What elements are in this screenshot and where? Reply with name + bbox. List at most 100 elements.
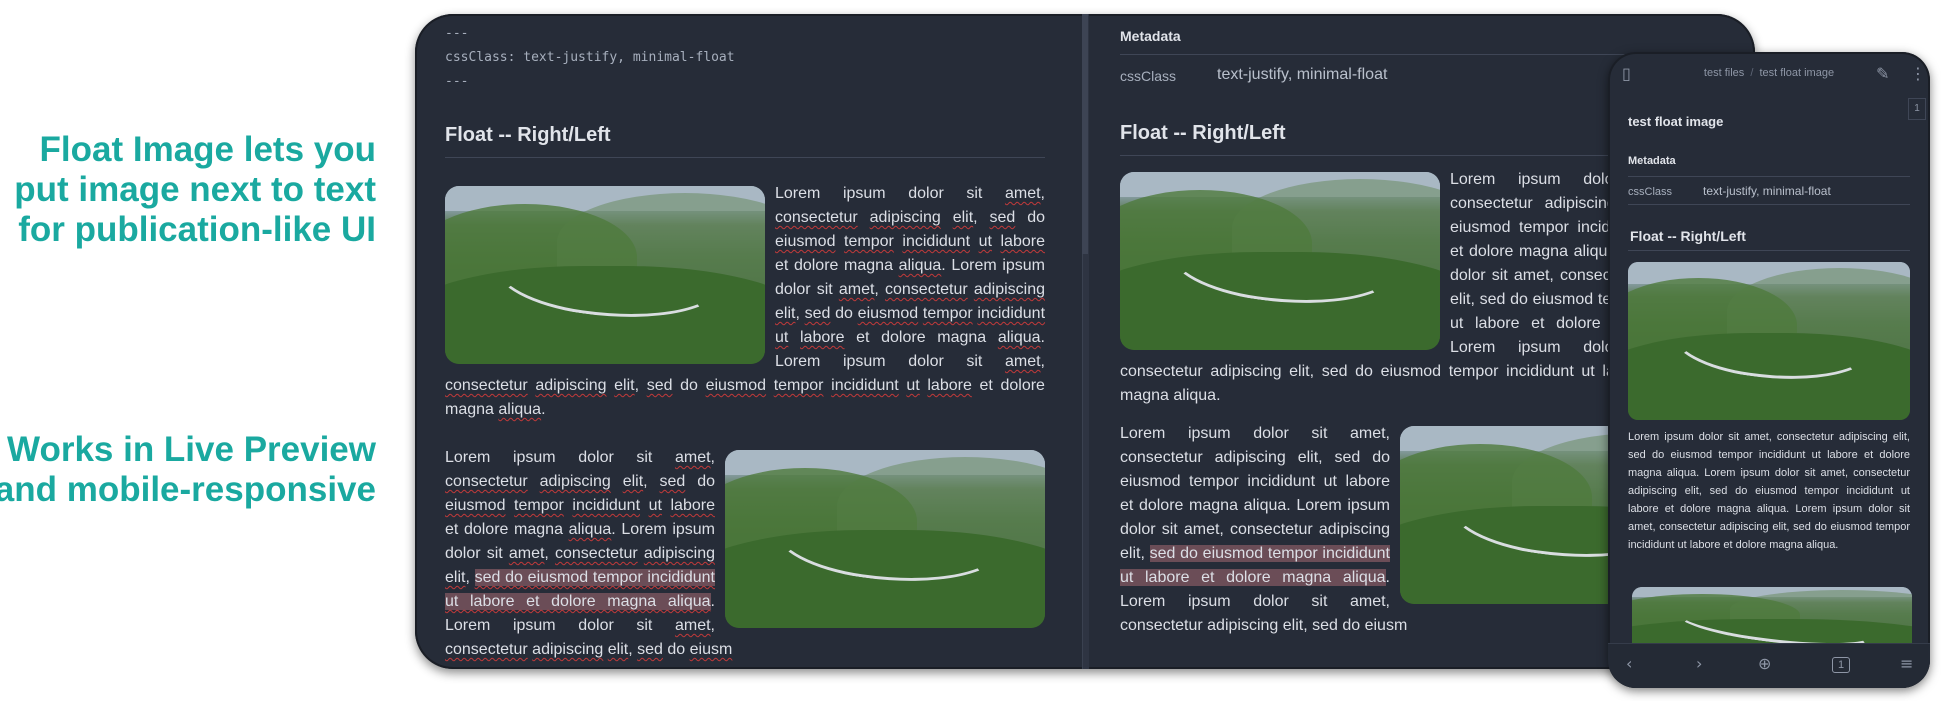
paragraph-text: do bbox=[662, 641, 690, 658]
paragraph-text bbox=[766, 377, 774, 394]
frontmatter-delimiter[interactable]: --- bbox=[445, 26, 468, 41]
paragraph-text: , bbox=[710, 617, 715, 634]
float-image[interactable] bbox=[1628, 262, 1910, 420]
paragraph-text: adipiscing bbox=[535, 377, 607, 394]
frontmatter-delimiter[interactable]: --- bbox=[445, 74, 468, 89]
paragraph-text: tempor bbox=[922, 305, 973, 322]
paragraph-text: elit bbox=[952, 209, 974, 226]
phone-device: ▯ test files / test float image ✎ ⋮ 1 te… bbox=[1608, 52, 1930, 688]
metadata-value[interactable]: text-justify, minimal-float bbox=[1703, 184, 1831, 198]
paragraph-text: aliqua bbox=[568, 521, 612, 538]
paragraph-text: consectetur bbox=[775, 209, 858, 226]
paragraph-text: tempor bbox=[514, 497, 564, 514]
metadata-key: cssClass bbox=[1120, 68, 1177, 84]
paragraph-text: eiusmod bbox=[857, 305, 919, 322]
paragraph-text bbox=[824, 377, 832, 394]
more-vertical-icon[interactable]: ⋮ bbox=[1910, 64, 1926, 84]
tabs-icon[interactable]: 1 bbox=[1832, 657, 1850, 673]
paragraph-text: adipiscing bbox=[532, 641, 604, 658]
paragraph-text: ut bbox=[775, 329, 789, 346]
paragraph-text: eiusmod bbox=[705, 377, 767, 394]
paragraph-text: , bbox=[973, 209, 990, 226]
paragraph-text: Lorem ipsum dolor sit amet, consectetur … bbox=[1120, 425, 1390, 562]
paragraph-text: labore bbox=[670, 497, 715, 514]
paragraph-text: amet bbox=[674, 449, 711, 466]
plus-circle-icon[interactable]: ⊕ bbox=[1758, 654, 1771, 674]
promo-caption-float: Float Image lets you put image next to t… bbox=[14, 130, 376, 250]
editor-scrollbar[interactable] bbox=[1082, 14, 1088, 254]
paragraph-text: consectetur bbox=[555, 545, 638, 562]
editor-pane[interactable]: --- cssClass: text-justify, minimal-floa… bbox=[415, 14, 1080, 669]
paragraph-text: , bbox=[874, 281, 885, 298]
paragraph-text: sed do eiusmod tempor incididunt ut labo… bbox=[1120, 545, 1390, 586]
paragraph-text: elit bbox=[445, 569, 466, 586]
paragraph-text: amet bbox=[1004, 353, 1041, 370]
paragraph-text: sed bbox=[637, 641, 663, 658]
paragraph-text bbox=[858, 209, 870, 226]
paragraph-text: adipiscing bbox=[643, 545, 716, 562]
paragraph-text: adipiscing bbox=[869, 209, 941, 226]
promo-caption-line: put image next to text bbox=[14, 170, 376, 209]
promo-caption-live-preview: Works in Live Preview and mobile-respons… bbox=[0, 430, 376, 510]
breadcrumb-file[interactable]: test float image bbox=[1759, 67, 1834, 79]
phone-toolbar: ‹ › ⊕ 1 ≡ bbox=[1608, 643, 1930, 688]
paragraph-text: . bbox=[541, 401, 546, 418]
tablet-device: --- cssClass: text-justify, minimal-floa… bbox=[415, 14, 1755, 669]
editor-paragraph-2[interactable]: Lorem ipsum dolor sit amet, consectetur … bbox=[445, 446, 1045, 669]
paragraph-text: tempor bbox=[773, 377, 824, 394]
paragraph-text: , bbox=[465, 569, 475, 586]
paragraph-text bbox=[640, 497, 649, 514]
paragraph-text: Lorem ipsum dolor sit bbox=[775, 185, 1005, 202]
metadata-value[interactable]: text-justify, minimal-float bbox=[1217, 66, 1387, 84]
editor-paragraph-1[interactable]: Lorem ipsum dolor sit amet, consectetur … bbox=[445, 182, 1045, 422]
paragraph-text bbox=[835, 233, 844, 250]
paragraph-text bbox=[611, 473, 623, 490]
metadata-title: Metadata bbox=[1628, 155, 1676, 167]
menu-icon[interactable]: ≡ bbox=[1900, 654, 1913, 674]
breadcrumb-folder[interactable]: test files bbox=[1704, 67, 1744, 79]
paragraph-text: ut bbox=[648, 497, 662, 514]
paragraph-text: amet bbox=[838, 281, 875, 298]
paragraph-text: consectetur bbox=[445, 473, 528, 490]
paragraph-text: et dolore magna bbox=[445, 521, 569, 538]
paragraph-text: tempor bbox=[844, 233, 894, 250]
phone-paragraph: Lorem ipsum dolor sit amet, consectetur … bbox=[1628, 431, 1910, 551]
paragraph-text: eiusmod bbox=[445, 497, 506, 514]
paragraph-text: sed bbox=[659, 473, 686, 490]
paragraph-text: , bbox=[544, 545, 555, 562]
paragraph-text: , bbox=[643, 473, 660, 490]
paragraph-text: ut bbox=[978, 233, 992, 250]
paragraph-text: incididunt bbox=[831, 377, 899, 394]
promo-caption-line: and mobile-responsive bbox=[0, 470, 376, 509]
paragraph-text: sed bbox=[646, 377, 673, 394]
paragraph-text: incididunt bbox=[572, 497, 641, 514]
chevron-right-icon[interactable]: › bbox=[1696, 654, 1702, 674]
paragraph-text bbox=[970, 233, 979, 250]
metadata-title: Metadata bbox=[1120, 28, 1181, 44]
preview-heading: Float -- Right/Left bbox=[1120, 122, 1286, 144]
promo-caption-line: for publication-like UI bbox=[18, 210, 376, 249]
paragraph-text: labore bbox=[927, 377, 972, 394]
heading-rule bbox=[1628, 250, 1910, 251]
paragraph-text: amet bbox=[508, 545, 545, 562]
chevron-left-icon[interactable]: ‹ bbox=[1626, 654, 1632, 674]
metadata-rule bbox=[1628, 176, 1910, 177]
paragraph-text: do bbox=[685, 473, 715, 490]
paragraph-text: elit bbox=[775, 305, 796, 322]
paragraph-text: elit bbox=[622, 473, 644, 490]
paragraph-text: , bbox=[710, 449, 715, 466]
paragraph-text: aliqua bbox=[498, 401, 542, 418]
paragraph-text: eiusm bbox=[689, 641, 733, 658]
pencil-icon[interactable]: ✎ bbox=[1876, 64, 1889, 84]
paragraph-text: aliqua bbox=[997, 329, 1041, 346]
editor-heading[interactable]: Float -- Right/Left bbox=[445, 124, 611, 147]
paragraph-text: , bbox=[634, 377, 647, 394]
phone-header: ▯ test files / test float image ✎ ⋮ bbox=[1608, 52, 1930, 92]
side-tab-indicator[interactable]: 1 bbox=[1908, 98, 1926, 120]
paragraph-text: do bbox=[830, 305, 858, 322]
frontmatter-css-class[interactable]: cssClass: text-justify, minimal-float bbox=[445, 50, 735, 65]
paragraph-text bbox=[941, 209, 953, 226]
heading-rule bbox=[445, 157, 1045, 158]
note-title: test float image bbox=[1628, 114, 1724, 129]
paragraph-text: amet bbox=[674, 617, 711, 634]
